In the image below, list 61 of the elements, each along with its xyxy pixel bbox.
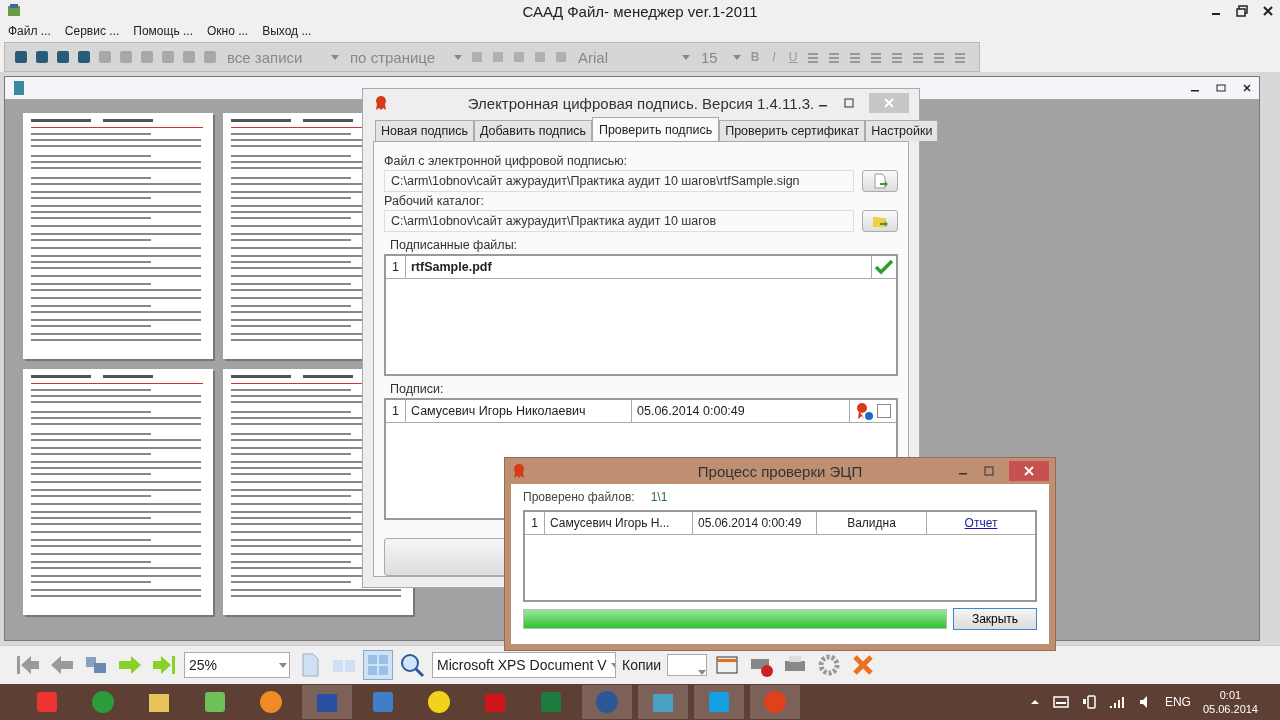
report-link[interactable]: Отчет <box>964 516 998 530</box>
menu-item[interactable]: Сервис ... <box>64 24 120 38</box>
dialog-title: Процесс проверки ЭЦП <box>697 462 863 480</box>
close-icon[interactable] <box>1241 82 1253 94</box>
date-cell: 05.06.2014 0:00:49 <box>693 512 817 534</box>
close-button[interactable] <box>869 93 909 113</box>
file-arrow-icon <box>872 173 888 189</box>
restore-icon[interactable] <box>1236 5 1248 17</box>
checkbox[interactable] <box>877 404 891 418</box>
clock[interactable]: 0:01 05.06.2014 <box>1202 688 1258 716</box>
date-cell: 05.06.2014 0:00:49 <box>632 400 850 422</box>
status-cell: Валидна <box>817 512 927 534</box>
file-name-cell: rtfSample.pdf <box>406 256 872 278</box>
row-number: 1 <box>525 512 545 534</box>
maximize-icon[interactable] <box>843 97 855 109</box>
menu-item[interactable]: Выход ... <box>262 24 312 38</box>
four-pages-icon[interactable] <box>364 651 392 679</box>
menu-item[interactable]: Помощь ... <box>133 24 193 38</box>
close-button[interactable] <box>1009 461 1049 481</box>
files-checked-label: Проверено файлов: <box>523 490 635 504</box>
battery-icon[interactable] <box>1080 694 1097 710</box>
keyboard-icon[interactable] <box>1052 694 1069 710</box>
signer-cell: Самусевич Игорь Н... <box>545 512 693 534</box>
menu-item[interactable]: Файл ... <box>8 24 51 38</box>
magnifier-icon[interactable] <box>398 651 426 679</box>
dialog-title: Электронная цифровая подпись. Версия 1.4.11.3. <box>467 94 815 112</box>
close-button[interactable]: Закрыть <box>953 608 1037 630</box>
tab[interactable]: Проверить подпись <box>591 117 720 142</box>
window-title: САAД Файл- менеджер ver.1-2011 <box>522 2 758 20</box>
section-label: Подписи: <box>389 382 445 396</box>
signature-file-field[interactable]: C:\arm\1obnov\сайт ажураудит\Практика аудит 10 шагов\rtfSample.sign <box>384 170 854 192</box>
app-icon <box>6 3 22 19</box>
files-checked-count: 1\1 <box>650 490 668 504</box>
copies-spinner[interactable] <box>667 654 708 676</box>
field-label: Рабочий каталог: <box>384 194 486 208</box>
close-icon <box>1023 465 1035 477</box>
tab[interactable]: Проверить сертификат <box>719 120 866 141</box>
signal-icon[interactable] <box>1108 694 1125 710</box>
tab[interactable]: Новая подпись <box>375 120 474 141</box>
copies-label: Копии <box>622 657 662 673</box>
close-icon[interactable] <box>1262 5 1274 17</box>
field-label: Файл с электронной цифровой подписью: <box>384 154 629 168</box>
close-icon <box>883 97 895 109</box>
restore-icon[interactable] <box>1215 82 1227 94</box>
page-thumbnail[interactable] <box>23 113 213 359</box>
browse-file-button[interactable] <box>862 170 898 192</box>
row-number: 1 <box>386 256 406 278</box>
section-label: Подписанные файлы: <box>389 238 519 252</box>
browse-folder-button[interactable] <box>862 210 898 232</box>
signer-cell: Самусевич Игорь Николаевич <box>406 400 632 422</box>
certificate-icon[interactable] <box>855 402 873 420</box>
row-number: 1 <box>386 400 406 422</box>
page-thumbnail[interactable] <box>23 369 213 615</box>
printer-dropdown[interactable]: Microsoft XPS Document V <box>432 652 616 678</box>
maximize-icon[interactable] <box>983 465 995 477</box>
zoom-dropdown[interactable]: 25% <box>184 652 290 678</box>
menu-item[interactable]: Окно ... <box>206 24 249 38</box>
language-indicator[interactable]: ENG <box>1164 695 1191 709</box>
working-directory-field[interactable]: C:\arm\1obnov\сайт ажураудит\Практика аудит 10 шагов <box>384 210 854 232</box>
tab[interactable]: Настройки <box>865 120 939 141</box>
tab[interactable]: Добавить подпись <box>473 120 592 141</box>
